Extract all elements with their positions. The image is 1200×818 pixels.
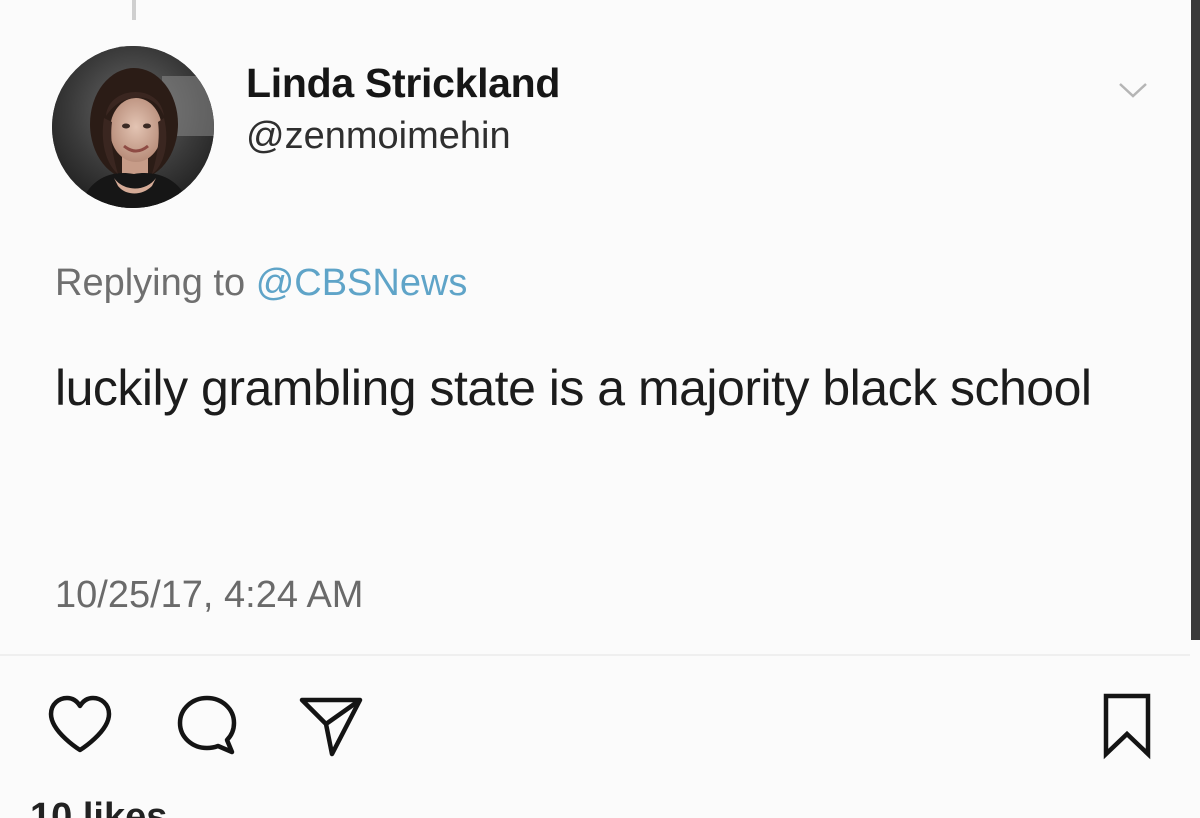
right-edge-strip — [1191, 0, 1200, 640]
author-name[interactable]: Linda Strickland — [246, 60, 560, 107]
reply-mention-link[interactable]: @CBSNews — [256, 262, 468, 304]
screenshot-frame: Linda Strickland @zenmoimehin Replying t… — [0, 0, 1200, 818]
tweet-timestamp: 10/25/17, 4:24 AM — [55, 574, 364, 616]
profile-photo — [52, 46, 214, 208]
paper-plane-icon — [299, 697, 363, 757]
share-button[interactable] — [296, 690, 366, 760]
tweet-text: luckily grambling state is a majority bl… — [55, 360, 1092, 416]
replying-to-label: Replying to — [55, 262, 246, 304]
avatar[interactable] — [52, 46, 214, 208]
like-button[interactable] — [45, 690, 115, 760]
replying-to-line: Replying to @CBSNews — [55, 262, 467, 305]
comment-button[interactable] — [172, 690, 242, 760]
bookmark-icon — [1103, 693, 1151, 760]
comment-bubble-icon — [177, 695, 237, 755]
likes-count[interactable]: 10 likes — [30, 796, 167, 818]
save-button[interactable] — [1092, 690, 1162, 760]
divider — [0, 654, 1190, 656]
author-handle[interactable]: @zenmoimehin — [246, 115, 511, 158]
chevron-down-icon[interactable] — [1116, 80, 1150, 100]
heart-icon — [48, 695, 112, 753]
tweet-card: Linda Strickland @zenmoimehin Replying t… — [0, 0, 1190, 818]
